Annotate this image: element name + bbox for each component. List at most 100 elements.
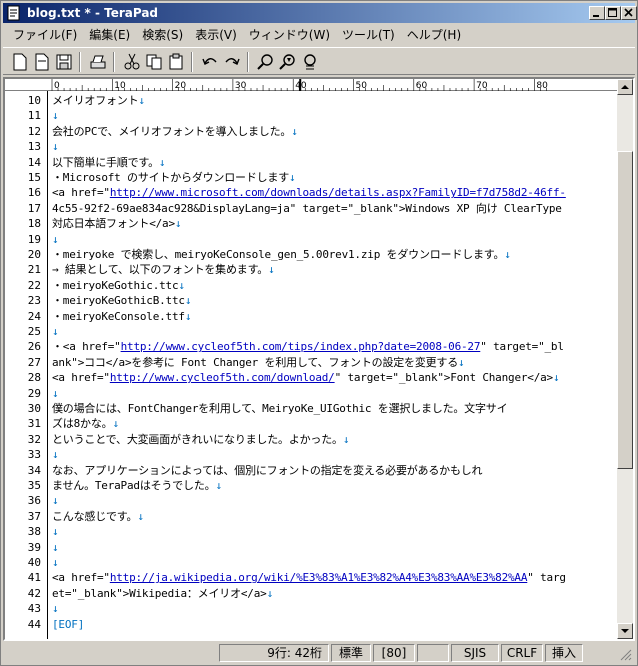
text-editor[interactable]: 01020304050607080 10メイリオフォント↓11↓12会社のPCで… (3, 77, 635, 641)
cut-icon[interactable] (121, 52, 143, 72)
minimize-button[interactable] (589, 6, 605, 20)
menu-view[interactable]: 表示(V) (189, 26, 243, 44)
line-text: <a href="http://www.microsoft.com/downlo… (52, 185, 566, 200)
save-file-icon[interactable] (53, 52, 75, 72)
line-text: 4c55-92f2-69ae834ac928&DisplayLang=ja" t… (52, 201, 562, 216)
line-number: 16 (27, 186, 41, 200)
find-icon[interactable] (255, 52, 277, 72)
find-next-icon[interactable] (277, 52, 299, 72)
newline-arrow-icon: ↓ (112, 417, 119, 431)
undo-icon[interactable] (199, 52, 221, 72)
cursor-position: 9行: 42桁 (219, 644, 329, 662)
line-number: 15 (27, 171, 41, 184)
newline-arrow-icon: ↓ (291, 124, 298, 138)
newline-arrow-icon: ↓ (52, 109, 59, 123)
scroll-up-button[interactable] (617, 79, 633, 95)
scrollbar-thumb[interactable] (617, 151, 633, 469)
line-text: ↓ (52, 555, 59, 570)
menu-search[interactable]: 検索(S) (136, 26, 189, 44)
new-file-icon[interactable] (9, 52, 31, 72)
line-text-segment: ません。TeraPadはそうでした。 (52, 479, 216, 492)
menu-window[interactable]: ウィンドウ(W) (243, 26, 336, 44)
menu-edit[interactable]: 編集(E) (83, 26, 136, 44)
line-number: 17 (27, 201, 41, 215)
menu-file[interactable]: ファイル(F) (7, 26, 83, 44)
url-link[interactable]: http://ja.wikipedia.org/wiki/%E3%83%A1%E… (110, 571, 528, 584)
line-text: メイリオフォント↓ (52, 93, 145, 108)
line-text: こんな感じです。↓ (52, 509, 144, 524)
line-text: ・<a href="http://www.cycleof5th.com/tips… (52, 339, 564, 354)
editor-line: 33 ↓ (5, 447, 617, 462)
editor-line: 39 ↓ (5, 540, 617, 555)
line-number: 19 (27, 232, 41, 246)
line-number: 38 (27, 525, 41, 539)
newline-arrow-icon: ↓ (52, 386, 59, 400)
line-number: 11 (27, 109, 41, 123)
paste-icon[interactable] (165, 52, 187, 72)
ruler-label: 50 (356, 81, 368, 91)
open-file-icon[interactable] (31, 52, 53, 72)
menu-help[interactable]: ヘルプ(H) (401, 26, 467, 44)
line-text-segment: 対応日本語フォント</a> (52, 217, 175, 231)
newline-arrow-icon: ↓ (52, 602, 59, 616)
size-grip[interactable] (585, 644, 633, 662)
ruler-label: 20 (175, 81, 187, 91)
newline-arrow-icon: ↓ (504, 248, 511, 261)
newline-arrow-icon: ↓ (184, 294, 192, 308)
replace-icon[interactable] (299, 52, 321, 72)
line-text: ・meiryoKeGothicB.ttc↓ (52, 293, 191, 308)
editor-line: 42 et="_blank">Wikipedia：メイリオ</a>↓ (5, 586, 617, 601)
wrap-column: [80] (373, 644, 415, 662)
line-number: 12 (27, 124, 41, 138)
editor-line: 29 ↓ (5, 386, 617, 401)
line-number: 24 (27, 309, 41, 323)
url-link[interactable]: http://www.microsoft.com/downloads/detai… (110, 186, 566, 199)
line-text-segment: 以下簡単に手順です。 (52, 155, 159, 169)
line-text: ↓ (52, 232, 59, 247)
line-text: ↓ (52, 108, 59, 123)
editor-line: 18 対応日本語フォント</a>↓ (5, 216, 617, 231)
editor-line: 28 <a href="http://www.cycleof5th.com/dow… (5, 370, 617, 385)
eof-marker: [EOF] (52, 617, 85, 631)
editor-line: 13 ↓ (5, 139, 617, 154)
ruler-ticks: 01020304050607080 (51, 79, 548, 91)
copy-icon[interactable] (143, 52, 165, 72)
line-text-segment: こんな感じです。 (52, 509, 138, 523)
line-number: 28 (27, 371, 41, 385)
print-icon[interactable] (87, 52, 109, 72)
title-bar: blog.txt * - TeraPad (3, 3, 637, 23)
line-number: 43 (27, 602, 41, 616)
editor-text-area[interactable]: 10 メイリオフォント↓ 11 ↓ 12 会社のPCで、メイリオフォントを導入しました。↓… (5, 91, 617, 639)
newline-arrow-icon: ↓ (52, 494, 59, 508)
close-button[interactable] (621, 6, 637, 20)
line-text: ・meiryoKeConsole.ttf↓ (52, 309, 191, 324)
line-text-segment: → 結果として、以下のフォントを集めます。 (52, 263, 269, 277)
maximize-button[interactable] (605, 6, 621, 20)
line-text: なお、アプリケーションによっては、個別にフォントの指定を変える必要があるかもしれ (52, 463, 483, 478)
line-number: 32 (27, 432, 41, 446)
menu-tools[interactable]: ツール(T) (336, 26, 401, 44)
url-link[interactable]: http://www.cycleof5th.com/download/ (110, 371, 335, 384)
redo-icon[interactable] (221, 52, 243, 72)
line-number: 31 (27, 417, 41, 431)
editor-line: 44 [EOF] (5, 617, 617, 632)
insert-mode: 挿入 (545, 644, 583, 662)
editor-line: 25 ↓ (5, 324, 617, 339)
line-text-segment: " target="_bl (480, 340, 564, 354)
toolbar (3, 47, 635, 75)
window-title: blog.txt * - TeraPad (27, 6, 159, 20)
url-link[interactable]: http://www.cycleof5th.com/tips/index.php… (121, 340, 481, 353)
scroll-down-button[interactable] (617, 623, 633, 639)
line-number: 39 (27, 540, 41, 554)
newline-arrow-icon: ↓ (215, 479, 222, 492)
editor-line: 14 以下簡単に手順です。↓ (5, 155, 617, 170)
line-text-segment: ank">ココ</a>を参考に Font Changer を利用して、フォントの… (52, 355, 459, 369)
editor-line: 27 ank">ココ</a>を参考に Font Changer を利用して、フォン… (5, 355, 617, 370)
editor-line: 16 <a href="http://www.microsoft.com/down… (5, 185, 617, 200)
line-number: 23 (27, 294, 41, 308)
editor-line: 43 ↓ (5, 601, 617, 616)
line-text-segment: 僕の場合には、FontChangerを利用して、MeiryoKe_UIGothi… (52, 402, 508, 415)
editor-line: 23 ・meiryoKeGothicB.ttc↓ (5, 293, 617, 308)
editor-line: 19 ↓ (5, 232, 617, 247)
vertical-scrollbar[interactable] (617, 79, 633, 639)
